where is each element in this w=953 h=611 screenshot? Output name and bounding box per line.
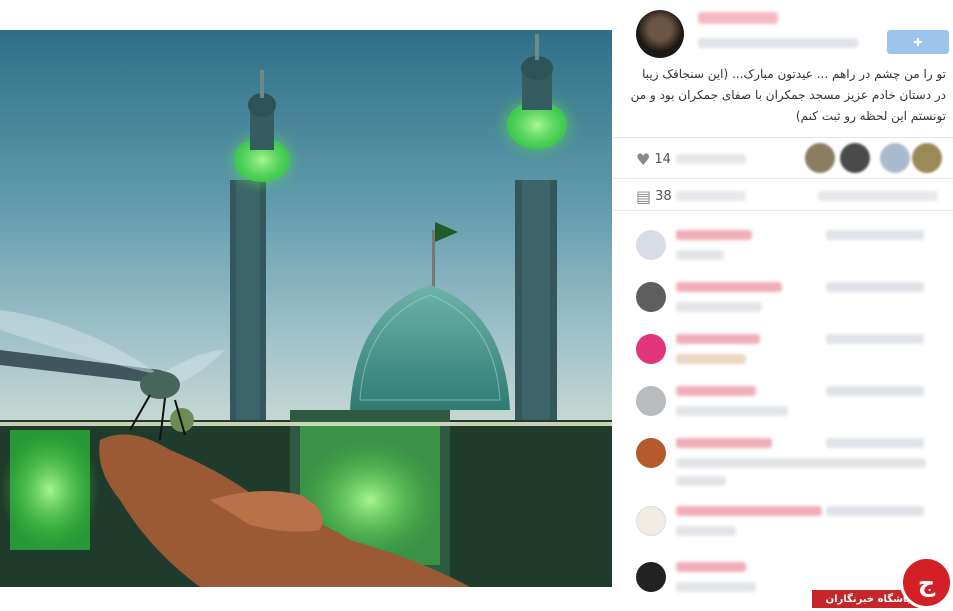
comment-icon[interactable]: ▤ xyxy=(636,187,651,206)
comment-avatar[interactable] xyxy=(636,334,666,364)
liker-avatar[interactable] xyxy=(840,143,870,173)
post-photo xyxy=(0,30,612,587)
comment-time-redacted xyxy=(826,438,924,448)
comment-username-redacted[interactable] xyxy=(676,386,756,396)
mosque-photo-illustration xyxy=(0,34,612,587)
follow-icon: ✚ xyxy=(913,35,923,49)
divider xyxy=(612,178,953,179)
comment-text-redacted xyxy=(676,250,724,260)
yjc-watermark: باشگاه خبرنگاران ج xyxy=(812,556,953,611)
comment-time-redacted xyxy=(826,334,924,344)
comment-text-redacted xyxy=(676,406,788,416)
comment-item xyxy=(612,224,953,276)
liker-avatar[interactable] xyxy=(912,143,942,173)
comment-username-redacted[interactable] xyxy=(676,334,760,344)
comment-time-redacted xyxy=(826,282,924,292)
comment-text-redacted xyxy=(676,526,736,536)
likes-stat[interactable]: ♥ 14 xyxy=(636,150,671,169)
comment-username-redacted[interactable] xyxy=(676,506,822,516)
post-date-redacted xyxy=(698,38,858,48)
author-username-redacted[interactable] xyxy=(698,12,778,24)
comment-avatar[interactable] xyxy=(636,506,666,536)
heart-icon[interactable]: ♥ xyxy=(636,150,650,169)
comment-time-redacted xyxy=(826,386,924,396)
comment-avatar[interactable] xyxy=(636,438,666,468)
author-avatar[interactable] xyxy=(636,10,684,58)
comment-item xyxy=(612,276,953,328)
liker-avatar[interactable] xyxy=(805,143,835,173)
comment-item xyxy=(612,380,953,432)
comments-label-redacted xyxy=(676,191,746,201)
divider xyxy=(612,210,953,211)
comment-item xyxy=(612,432,953,486)
likes-count: 14 xyxy=(654,152,671,167)
comment-avatar[interactable] xyxy=(636,386,666,416)
show-all-comments-redacted[interactable] xyxy=(818,191,938,201)
comment-item xyxy=(612,328,953,380)
divider xyxy=(612,137,953,138)
comment-text-redacted xyxy=(676,582,756,592)
likes-redacted xyxy=(676,154,746,164)
post-caption: تو را من چشم در راهم ... عیدتون مبارک...… xyxy=(630,67,946,123)
comment-avatar[interactable] xyxy=(636,282,666,312)
comments-count: 38 xyxy=(655,189,672,204)
comment-avatar[interactable] xyxy=(636,230,666,260)
liker-avatar[interactable] xyxy=(880,143,910,173)
yjc-logo-icon: ج xyxy=(900,556,953,609)
comment-avatar[interactable] xyxy=(636,562,666,592)
comment-username-redacted[interactable] xyxy=(676,282,782,292)
post-sidebar: ✚ تو را من چشم در راهم ... عیدتون مبارک.… xyxy=(612,0,953,611)
comment-text-redacted xyxy=(676,354,746,364)
comment-item xyxy=(612,500,953,552)
comment-username-redacted[interactable] xyxy=(676,230,752,240)
comment-username-redacted[interactable] xyxy=(676,562,746,572)
comment-time-redacted xyxy=(826,230,924,240)
follow-button[interactable]: ✚ xyxy=(887,30,949,54)
comment-username-redacted[interactable] xyxy=(676,438,772,448)
comment-text-redacted xyxy=(676,302,762,312)
comment-text-redacted xyxy=(676,476,726,486)
comments-stat[interactable]: ▤ 38 xyxy=(636,187,672,206)
comment-text-redacted xyxy=(676,458,926,468)
comment-time-redacted xyxy=(826,506,924,516)
